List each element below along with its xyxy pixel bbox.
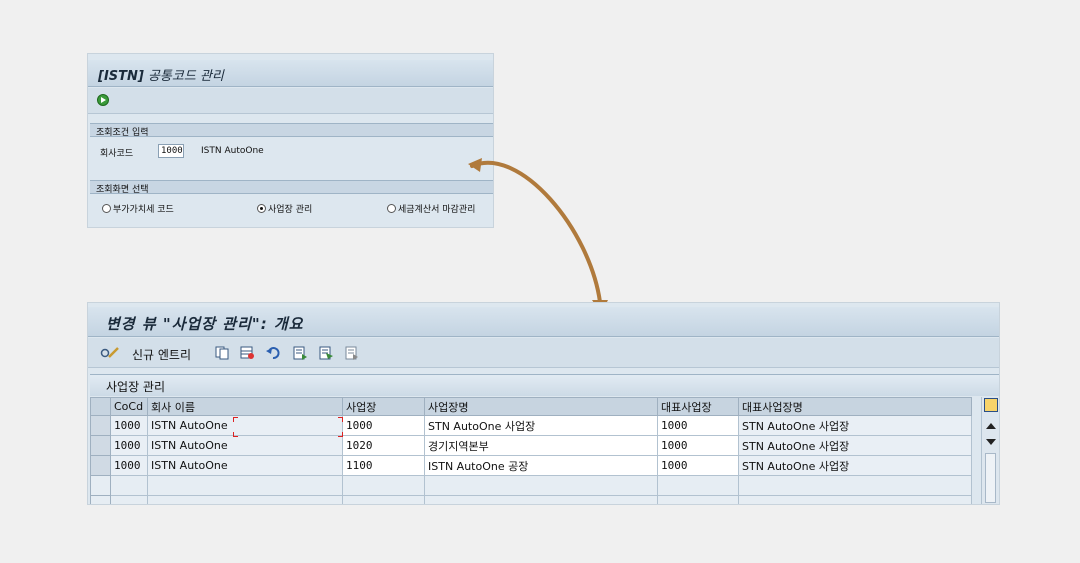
column-header[interactable]: 사업장 bbox=[342, 397, 425, 416]
company-code-label: 회사코드 bbox=[100, 149, 134, 159]
copy-icon[interactable] bbox=[215, 346, 230, 360]
column-header[interactable]: 회사 이름 bbox=[147, 397, 343, 416]
section-header: 사업장 관리 bbox=[90, 374, 999, 396]
empty-row bbox=[90, 475, 972, 496]
selection-screen-panel: [ISTN] 공통코드 관리 조회조건 입력 회사코드 1000 ISTN Au… bbox=[87, 53, 494, 228]
radio-label: 부가가치세 코드 bbox=[113, 205, 174, 215]
scrollbar-thumb[interactable] bbox=[985, 453, 996, 503]
radio-business-place[interactable]: 사업장 관리 bbox=[257, 202, 312, 215]
empty-cell[interactable] bbox=[738, 495, 972, 504]
radio-button-selected[interactable] bbox=[257, 204, 266, 213]
table-cell: STN AutoOne 사업장 bbox=[738, 435, 972, 456]
table-cell: 1000 bbox=[110, 415, 148, 436]
table-row: 1000 ISTN AutoOne 1000 STN AutoOne 사업장 1… bbox=[90, 415, 972, 436]
view-toolbar: 신규 엔트리 bbox=[88, 338, 999, 368]
view-title: 변경 뷰 "사업장 관리": 개요 bbox=[88, 307, 999, 337]
selection-toolbar bbox=[88, 88, 493, 114]
selection-screen-title: [ISTN] 공통코드 관리 bbox=[88, 60, 493, 87]
company-code-field[interactable]: 1000 bbox=[158, 144, 184, 158]
table-cell: 1000 bbox=[110, 435, 148, 456]
empty-cell[interactable] bbox=[110, 475, 148, 496]
empty-cell[interactable] bbox=[424, 495, 658, 504]
scroll-down-icon[interactable] bbox=[986, 439, 996, 445]
column-header[interactable]: CoCd bbox=[110, 397, 148, 416]
empty-cell[interactable] bbox=[342, 495, 425, 504]
radio-label: 사업장 관리 bbox=[268, 205, 313, 215]
table-cell-input[interactable]: 1000 bbox=[657, 455, 739, 476]
column-header[interactable]: 사업장명 bbox=[424, 397, 658, 416]
table-row: 1000 ISTN AutoOne 1020 경기지역본부 1000 STN A… bbox=[90, 435, 972, 456]
radio-button[interactable] bbox=[102, 204, 111, 213]
table-header-row: CoCd 회사 이름 사업장 사업장명 대표사업장 대표사업장명 bbox=[90, 397, 972, 416]
table-cell-input[interactable]: 1020 bbox=[342, 435, 425, 456]
select-block-icon[interactable] bbox=[319, 346, 334, 360]
table-cell: ISTN AutoOne bbox=[147, 415, 343, 436]
table-cell: 1000 bbox=[110, 455, 148, 476]
title-prefix: [ISTN] bbox=[98, 69, 144, 84]
new-entries-button[interactable]: 신규 엔트리 bbox=[132, 346, 191, 363]
table-cell-input[interactable]: 1000 bbox=[342, 415, 425, 436]
select-all-icon[interactable] bbox=[293, 346, 308, 360]
row-selector[interactable] bbox=[90, 415, 111, 436]
execute-icon[interactable] bbox=[97, 94, 109, 106]
row-selector[interactable] bbox=[90, 495, 111, 504]
column-header[interactable]: 대표사업장 bbox=[657, 397, 739, 416]
business-place-table: CoCd 회사 이름 사업장 사업장명 대표사업장 대표사업장명 1000 IS… bbox=[90, 397, 972, 504]
screen-select-header: 조회화면 선택 bbox=[90, 181, 493, 195]
column-header[interactable]: 대표사업장명 bbox=[738, 397, 972, 416]
empty-cell[interactable] bbox=[147, 495, 343, 504]
table-cell: ISTN AutoOne bbox=[147, 435, 343, 456]
empty-cell[interactable] bbox=[424, 475, 658, 496]
empty-cell[interactable] bbox=[738, 475, 972, 496]
focus-corner bbox=[233, 417, 238, 422]
table-cell-input[interactable]: 경기지역본부 bbox=[424, 435, 658, 456]
radio-vat-code[interactable]: 부가가치세 코드 bbox=[102, 202, 174, 215]
title-text: 공통코드 관리 bbox=[143, 69, 224, 84]
empty-cell[interactable] bbox=[342, 475, 425, 496]
radio-button[interactable] bbox=[387, 204, 396, 213]
screen-select-box: 조회화면 선택 부가가치세 코드 사업장 관리 세금계산서 마감관리 bbox=[90, 180, 493, 225]
table-cell-input[interactable]: ISTN AutoOne 공장 bbox=[424, 455, 658, 476]
curved-arrow bbox=[468, 158, 608, 314]
table-cell: STN AutoOne 사업장 bbox=[738, 455, 972, 476]
table-cell: STN AutoOne 사업장 bbox=[738, 415, 972, 436]
empty-cell[interactable] bbox=[110, 495, 148, 504]
table-cell-input[interactable]: 1000 bbox=[657, 435, 739, 456]
table-view-panel: 변경 뷰 "사업장 관리": 개요 신규 엔트리 사업장 관리 CoCd 회사 … bbox=[87, 302, 1000, 505]
focus-corner bbox=[233, 432, 238, 437]
table-cell-input[interactable]: 1000 bbox=[657, 415, 739, 436]
column-settings-icon[interactable] bbox=[984, 398, 998, 412]
table-row: 1000 ISTN AutoOne 1100 ISTN AutoOne 공장 1… bbox=[90, 455, 972, 476]
row-selector[interactable] bbox=[90, 475, 111, 496]
table-cell-input[interactable]: STN AutoOne 사업장 bbox=[424, 415, 658, 436]
empty-cell[interactable] bbox=[657, 495, 739, 504]
query-conditions-box: 조회조건 입력 회사코드 1000 ISTN AutoOne bbox=[90, 123, 493, 173]
change-display-icon[interactable] bbox=[100, 346, 120, 360]
row-selector[interactable] bbox=[90, 455, 111, 476]
delete-icon[interactable] bbox=[240, 346, 255, 360]
row-selector[interactable] bbox=[90, 435, 111, 456]
company-name-text: ISTN AutoOne bbox=[201, 146, 264, 156]
table-cell-input[interactable]: 1100 bbox=[342, 455, 425, 476]
vertical-scrollbar[interactable] bbox=[981, 397, 999, 504]
table-cell: ISTN AutoOne bbox=[147, 455, 343, 476]
select-all-column-header[interactable] bbox=[90, 397, 111, 416]
empty-cell[interactable] bbox=[147, 475, 343, 496]
query-conditions-header: 조회조건 입력 bbox=[90, 124, 493, 138]
deselect-all-icon[interactable] bbox=[345, 346, 360, 360]
empty-row bbox=[90, 495, 972, 504]
focus-corner bbox=[338, 417, 343, 422]
focus-corner bbox=[338, 432, 343, 437]
empty-cell[interactable] bbox=[657, 475, 739, 496]
scroll-up-icon[interactable] bbox=[986, 423, 996, 429]
undo-icon[interactable] bbox=[266, 346, 281, 360]
